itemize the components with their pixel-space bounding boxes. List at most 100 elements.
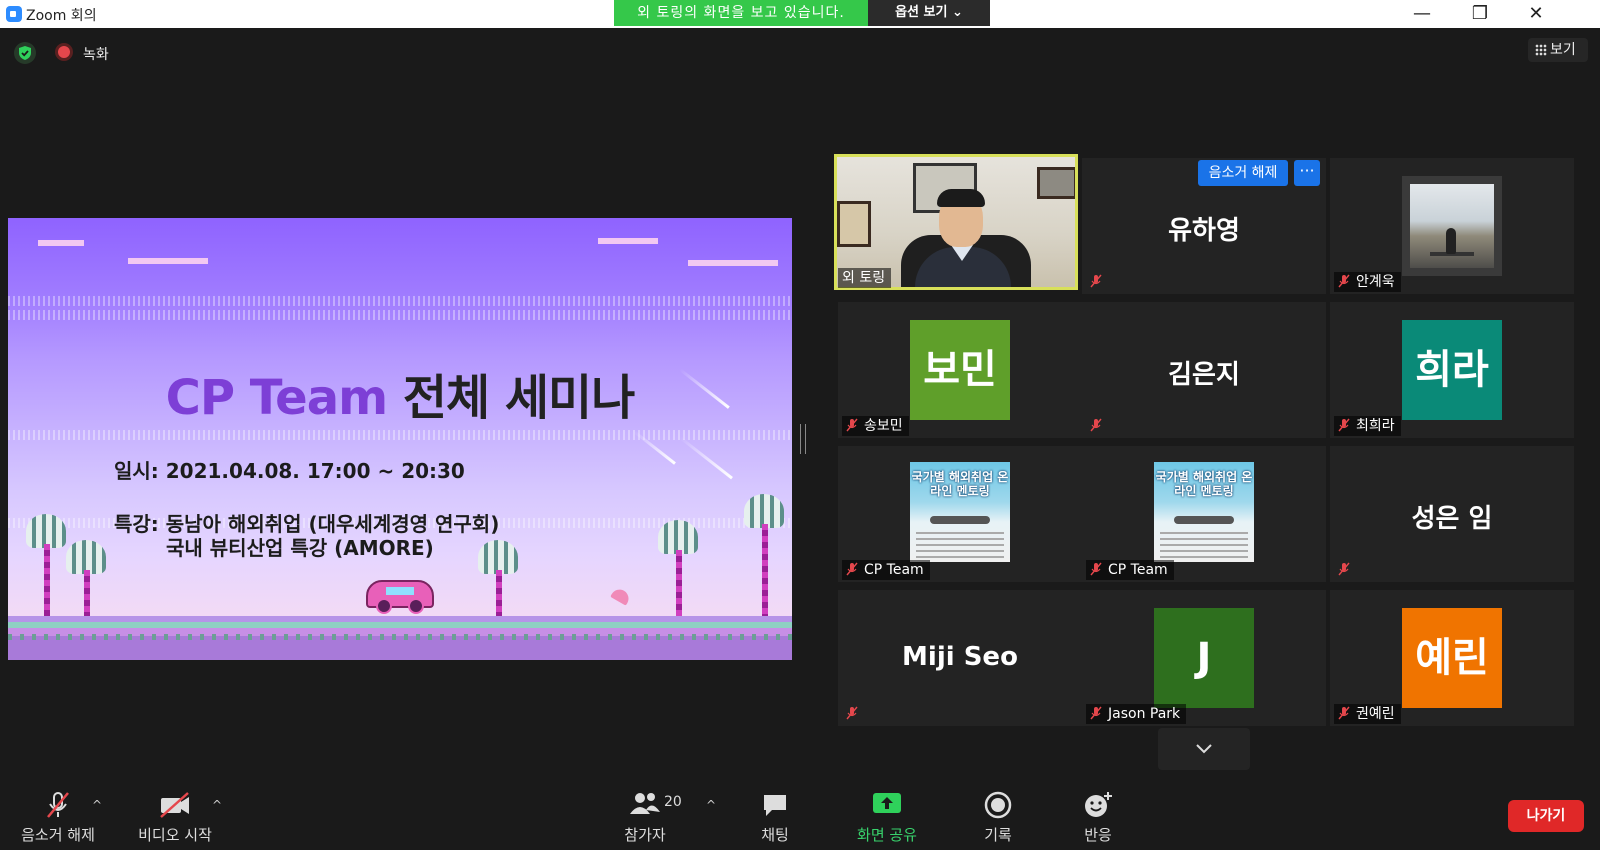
video-tile[interactable]: 보민 송보민 [838, 302, 1082, 438]
slide-title-en: CP Team [165, 370, 388, 426]
cloud [128, 258, 208, 264]
palm-trunk [44, 544, 50, 618]
muted-microphone-icon [47, 792, 69, 818]
unmute-button[interactable]: 음소거 해제 [14, 780, 102, 850]
participant-display-name: 김은지 [1168, 360, 1240, 390]
palm-tree [658, 520, 698, 554]
pixel-band [8, 430, 792, 440]
muted-mic-icon [1338, 562, 1350, 576]
muted-mic-icon [846, 562, 858, 576]
recording-indicator-icon [58, 46, 70, 58]
chat-button[interactable]: 채팅 [740, 780, 810, 850]
photo-person [1446, 228, 1456, 254]
wall-frame [1037, 167, 1075, 199]
video-tile[interactable]: 예린 권예린 [1330, 590, 1574, 726]
video-off-icon [160, 792, 189, 818]
video-tile[interactable]: 국가별 해외취업 온라인 멘토링 CP Team [1082, 446, 1326, 582]
chevron-down-icon [1196, 744, 1212, 754]
participant-name-tag [1334, 560, 1362, 580]
participants-count: 20 [664, 794, 682, 810]
participants-options-caret-icon[interactable]: ^ [706, 798, 718, 812]
poster-plane [930, 516, 990, 524]
muted-mic-icon [1090, 418, 1102, 432]
muted-mic-icon [846, 706, 858, 720]
slide-title-ko: 전체 세미나 [402, 370, 636, 426]
video-tile[interactable]: 국가별 해외취업 온라인 멘토링 CP Team [838, 446, 1082, 582]
participant-avatar: 보민 [910, 320, 1010, 420]
pixel-band [8, 296, 792, 306]
share-screen-button[interactable]: 화면 공유 [844, 780, 930, 850]
participant-avatar: 희라 [1402, 320, 1502, 420]
encryption-shield-icon[interactable] [14, 42, 36, 64]
participants-icon [630, 793, 660, 814]
minimize-button[interactable]: — [1400, 0, 1444, 28]
reactions-button[interactable]: 반응 [1060, 780, 1136, 850]
shared-screen-slide: CP Team 전체 세미나 일시: 2021.04.08. 17:00 ~ 2… [8, 218, 792, 660]
person-hair [937, 189, 985, 207]
palm-trunk [762, 524, 768, 618]
participant-avatar: 예린 [1402, 608, 1502, 708]
muted-mic-icon [1338, 706, 1350, 720]
leave-meeting-button[interactable]: 나가기 [1508, 800, 1584, 832]
participant-name-tag: 외 토링 [838, 268, 892, 288]
participant-name-tag [1086, 272, 1114, 292]
view-options-button[interactable]: 옵션 보기 ⌄ [868, 0, 990, 26]
cloud [38, 240, 84, 246]
slide-lecture-line-2: 국내 뷰티산업 특강 (AMORE) [166, 536, 434, 560]
muted-mic-icon [1090, 274, 1102, 288]
start-video-button[interactable]: 비디오 시작 [128, 780, 222, 850]
palm-trunk [496, 570, 502, 618]
pixel-band [8, 310, 792, 320]
title-bar: Zoom 회의 외 토링의 화면을 보고 있습니다. 옵션 보기 ⌄ — ❐ ✕ [0, 0, 1600, 28]
wall-frame [837, 201, 871, 247]
participant-name-tag [1086, 416, 1114, 436]
participant-display-name: Miji Seo [902, 642, 1018, 672]
video-tile[interactable]: 김은지 [1082, 302, 1326, 438]
audio-options-caret-icon[interactable]: ^ [92, 798, 104, 812]
gallery-next-page-button[interactable] [1158, 728, 1250, 770]
participant-name-tag: CP Team [842, 560, 930, 580]
start-video-label: 비디오 시작 [138, 826, 212, 844]
record-button[interactable]: 기록 [960, 780, 1036, 850]
palm-tree [26, 514, 66, 548]
recording-label: 녹화 [83, 47, 109, 63]
palm-trunk [84, 570, 90, 618]
video-options-caret-icon[interactable]: ^ [212, 798, 224, 812]
video-tile[interactable]: 희라 최희라 [1330, 302, 1574, 438]
split-view-divider[interactable] [800, 424, 806, 454]
chat-icon [764, 795, 786, 816]
muted-mic-icon [1090, 562, 1102, 576]
participant-display-name: 성은 임 [1411, 504, 1493, 534]
palm-trunk [676, 550, 682, 618]
palm-tree [744, 494, 784, 528]
video-tile[interactable]: J Jason Park [1082, 590, 1326, 726]
cloud [688, 260, 778, 266]
palm-tree [478, 540, 518, 574]
shell-illustration [610, 586, 632, 606]
car-illustration [366, 580, 434, 614]
unmute-label: 음소거 해제 [21, 826, 95, 844]
palm-tree [66, 540, 106, 574]
muted-mic-icon [1338, 418, 1350, 432]
record-label: 기록 [984, 826, 1012, 844]
reactions-label: 반응 [1084, 826, 1112, 844]
video-tile[interactable]: 외 토링 [834, 154, 1078, 290]
screen-share-banner: 외 토링의 화면을 보고 있습니다. [614, 0, 868, 26]
participant-name-tag: CP Team [1086, 560, 1174, 580]
slide-date-line: 일시: 2021.04.08. 17:00 ~ 20:30 [114, 459, 465, 483]
muted-mic-icon [1090, 706, 1102, 720]
video-tile[interactable]: Miji Seo [838, 590, 1082, 726]
tile-more-button[interactable]: ··· [1294, 160, 1320, 186]
shooting-star [679, 436, 733, 480]
video-tile[interactable]: 안계욱 [1330, 158, 1574, 294]
ask-unmute-button[interactable]: 음소거 해제 [1198, 160, 1288, 186]
restore-button[interactable]: ❐ [1458, 0, 1502, 28]
participant-poster-image: 국가별 해외취업 온라인 멘토링 [1154, 462, 1254, 562]
poster-lines [916, 532, 1004, 558]
participant-name-tag: 권예린 [1334, 704, 1401, 724]
close-button[interactable]: ✕ [1514, 0, 1558, 28]
participant-avatar: J [1154, 608, 1254, 708]
view-layout-button[interactable]: 보기 [1528, 38, 1588, 62]
video-tile[interactable]: 성은 임 [1330, 446, 1574, 582]
participants-button[interactable]: 참가자 [600, 780, 690, 850]
